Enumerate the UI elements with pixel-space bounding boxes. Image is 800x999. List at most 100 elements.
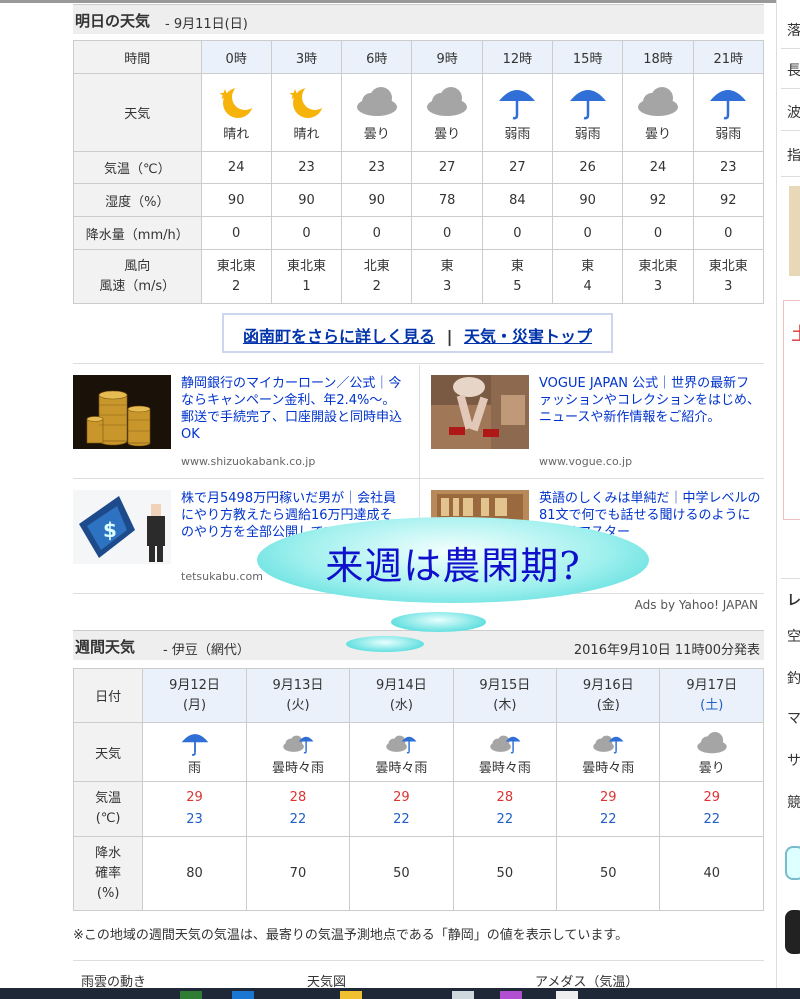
hour-cell: 9時	[411, 40, 483, 74]
fashion-image	[431, 375, 529, 449]
weather-cell: 晴れ	[200, 73, 272, 152]
day-date: 9月12日	[169, 677, 220, 693]
day-of-week: (木)	[493, 697, 517, 713]
temp-label-1: 気温	[95, 791, 122, 806]
umbrella-icon	[181, 733, 208, 756]
ads-top-divider	[73, 363, 764, 364]
side-link-7[interactable]: マ	[787, 708, 800, 728]
pop-cell: 50	[556, 836, 661, 911]
disaster-top-link[interactable]: 天気・災害トップ	[464, 327, 592, 346]
weekly-temp-cell: 29 22	[349, 781, 454, 837]
taskbar-app-icon[interactable]	[180, 991, 202, 999]
weekly-icon-wrap	[143, 729, 245, 757]
ad-vogue[interactable]: VOGUE JAPAN 公式｜世界の最新ファッションやコレクションをはじめ、ニュ…	[431, 375, 761, 475]
cloud-umbrella-icon	[283, 735, 314, 753]
day-of-week: (金)	[596, 697, 620, 713]
humidity-label: 湿度（%）	[73, 183, 202, 217]
taskbar-app-icon[interactable]	[340, 991, 362, 999]
weekly-weather-text: 曇時々雨	[478, 760, 531, 776]
precip-cell: 0	[270, 216, 343, 250]
weather-icon-wrap	[355, 83, 399, 121]
humidity-cell: 92	[622, 183, 694, 217]
weather-text: 晴れ	[293, 127, 320, 142]
tomorrow-title: 明日の天気	[75, 12, 151, 30]
temp-cell: 23	[341, 151, 413, 184]
weather-text: 晴れ	[223, 127, 250, 142]
weekly-weather-cell: 雨	[142, 722, 247, 782]
weekly-weather-cell: 曇時々雨	[556, 722, 661, 782]
cloud-icon	[637, 87, 678, 116]
temp-low: 22	[496, 812, 514, 827]
pop-cell: 80	[142, 836, 247, 911]
temp-cell: 26	[552, 151, 624, 184]
day-of-week: (土)	[700, 697, 724, 713]
taskbar-app-icon[interactable]	[500, 991, 522, 999]
detail-link[interactable]: 函南町をさらに詳しく見る	[243, 327, 435, 346]
wind-direction: 東	[581, 258, 595, 274]
ad-text[interactable]: VOGUE JAPAN 公式｜世界の最新ファッションやコレクションをはじめ、ニュ…	[539, 375, 761, 426]
side-link-6[interactable]: 釣	[787, 668, 800, 688]
hour-cell: 18時	[622, 40, 694, 74]
temp-cell: 23	[270, 151, 343, 184]
wind-speed-label: 風速（m/s）	[99, 278, 176, 294]
taskbar-app-icon[interactable]	[232, 991, 254, 999]
side-link-2[interactable]: 長	[787, 60, 800, 80]
weekly-title: 週間天気	[75, 638, 136, 656]
cloud-icon	[427, 87, 468, 116]
day-cell: 9月16日 (金)	[556, 668, 661, 723]
umbrella-icon	[499, 90, 536, 120]
side-link-5[interactable]: 空	[787, 626, 800, 646]
taskbar-app-icon[interactable]	[556, 991, 578, 999]
wind-direction: 北東	[363, 258, 390, 274]
side-app-icon-dark[interactable]	[785, 910, 800, 954]
weather-page: 明日の天気 - 9月11日(日) 時間 0時 3時 6時 9時 12時 15時 18時 21時…	[0, 0, 800, 999]
weekly-note: ※この地域の週間天気の気温は、最寄りの気温予測地点である「静岡」の値を表示してい…	[73, 928, 629, 943]
wind-cell: 東北東 2	[200, 249, 272, 304]
cloud-umbrella-icon	[386, 735, 417, 753]
weather-text: 弱雨	[574, 127, 601, 142]
side-app-icon[interactable]	[785, 846, 800, 880]
side-heading: レ	[787, 593, 800, 609]
side-sep	[781, 578, 800, 579]
temp-low: 22	[703, 812, 721, 827]
tomorrow-date: - 9月11日(日)	[165, 17, 248, 32]
weekly-weather-text: 曇時々雨	[375, 760, 428, 776]
side-link-4[interactable]: 指	[787, 145, 800, 165]
bubble-text: 来週は農閑期?	[325, 544, 581, 588]
weather-text: 曇り	[434, 127, 461, 142]
top-border	[0, 0, 800, 3]
moon-icon	[289, 84, 329, 118]
side-link-1[interactable]: 落	[787, 20, 800, 40]
temp-low: 22	[289, 812, 307, 827]
day-of-week: (水)	[389, 697, 413, 713]
cloud-icon	[356, 87, 397, 116]
weather-text: 曇り	[644, 127, 671, 142]
side-link-3[interactable]: 波	[787, 102, 800, 122]
pop-cell: 70	[245, 836, 351, 911]
weekly-weather-text: 曇時々雨	[582, 760, 635, 776]
day-date: 9月13日	[272, 677, 324, 693]
precip-cell: 0	[622, 216, 694, 250]
hour-cell: 3時	[270, 40, 343, 74]
weekly-temp-cell: 29 22	[556, 781, 661, 837]
wind-cell: 東5	[481, 249, 554, 304]
umbrella-icon	[569, 90, 606, 120]
day-date: 9月16日	[582, 677, 634, 693]
side-link-9[interactable]: 競	[787, 792, 800, 812]
humidity-cell: 90	[200, 183, 272, 217]
wind-direction: 東	[510, 258, 524, 274]
side-link-8[interactable]: サ	[787, 750, 800, 770]
weekly-forecast-table: 日付 9月12日 (月) 9月13日 (火) 9月14日 (水) 9月15日 (木) 9月16日…	[72, 668, 764, 911]
time-label: 時間	[73, 40, 202, 74]
temp-high: 28	[496, 790, 514, 805]
cloud-umbrella-icon	[593, 735, 624, 753]
pop-label-2: 確率	[95, 865, 122, 881]
ad-text[interactable]: 静岡銀行のマイカーローン／公式｜今ならキャンペーン金利、年2.4%〜。郵送で手続…	[181, 375, 403, 443]
taskbar-app-icon[interactable]	[452, 991, 474, 999]
taskbar	[0, 988, 800, 999]
temp-low: 22	[599, 812, 617, 827]
weekly-weather-text: 曇時々雨	[271, 760, 324, 776]
temp-low: 23	[186, 812, 203, 827]
ad-shizuokabank[interactable]: 静岡銀行のマイカーローン／公式｜今ならキャンペーン金利、年2.4%〜。郵送で手続…	[73, 375, 403, 475]
weather-icon-wrap	[636, 83, 680, 121]
